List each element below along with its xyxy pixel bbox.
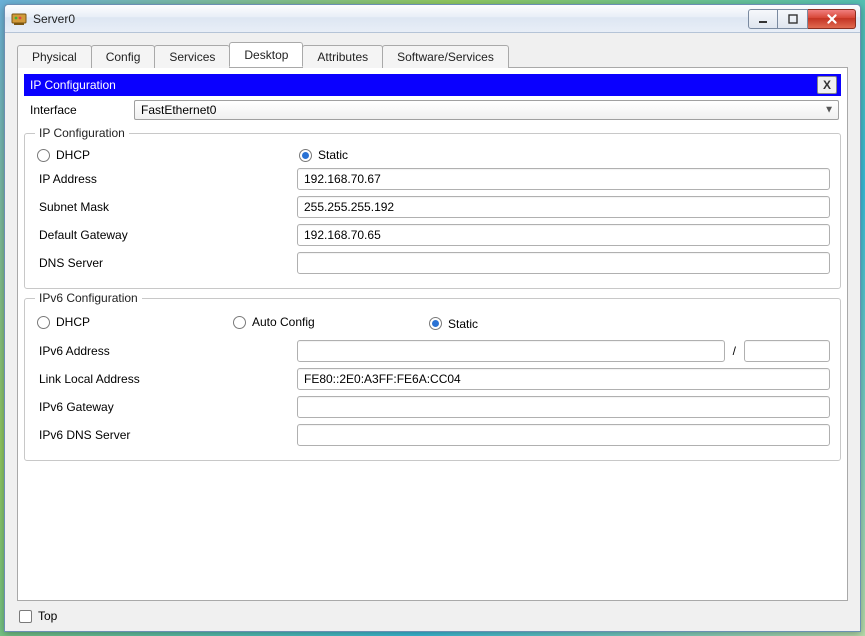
panel-title: IP Configuration — [30, 78, 817, 92]
ipv6-address-input[interactable] — [297, 340, 725, 362]
tab-services[interactable]: Services — [154, 45, 230, 68]
ip-address-label: IP Address — [35, 172, 297, 186]
ipv6-group: IPv6 Configuration DHCP Auto Config — [24, 291, 841, 461]
tab-label: Services — [169, 50, 215, 64]
tab-desktop[interactable]: Desktop — [229, 42, 303, 67]
tab-label: Config — [106, 50, 141, 64]
default-gateway-input[interactable] — [297, 224, 830, 246]
dns-server-row: DNS Server — [35, 252, 830, 274]
ipv6-address-row: IPv6 Address / — [35, 340, 830, 362]
tab-attributes[interactable]: Attributes — [302, 45, 383, 68]
tab-physical[interactable]: Physical — [17, 45, 92, 68]
app-icon — [11, 11, 27, 27]
ipv6-auto-radio[interactable]: Auto Config — [233, 315, 315, 329]
ipv6-dhcp-radio[interactable]: DHCP — [37, 315, 90, 329]
ipv6-gateway-row: IPv6 Gateway — [35, 396, 830, 418]
top-label: Top — [38, 609, 57, 623]
ipv4-dhcp-label: DHCP — [56, 148, 90, 162]
ipv6-prefix-input[interactable] — [744, 340, 830, 362]
dns-server-input[interactable] — [297, 252, 830, 274]
ipv4-group: IP Configuration DHCP Static — [24, 126, 841, 289]
tab-label: Physical — [32, 50, 77, 64]
ipv4-static-label: Static — [318, 148, 348, 162]
window-controls — [748, 9, 856, 29]
minimize-button[interactable] — [748, 9, 778, 29]
radio-icon — [299, 149, 312, 162]
interface-value: FastEthernet0 — [141, 103, 216, 117]
ipv4-mode-row: DHCP Static — [37, 148, 830, 162]
interface-select[interactable]: FastEthernet0 ▼ — [134, 100, 839, 120]
dns-server-label: DNS Server — [35, 256, 297, 270]
default-gateway-label: Default Gateway — [35, 228, 297, 242]
link-local-input[interactable] — [297, 368, 830, 390]
tab-panel-desktop: IP Configuration X Interface FastEtherne… — [17, 67, 848, 601]
ip-address-input[interactable] — [297, 168, 830, 190]
ipv4-static-radio[interactable]: Static — [299, 148, 348, 162]
ipv6-dhcp-label: DHCP — [56, 315, 90, 329]
window-title: Server0 — [33, 12, 748, 26]
close-button[interactable] — [808, 9, 856, 29]
maximize-button[interactable] — [778, 9, 808, 29]
ipv6-gateway-input[interactable] — [297, 396, 830, 418]
chevron-down-icon: ▼ — [824, 105, 834, 116]
ipv4-legend: IP Configuration — [35, 126, 129, 140]
subnet-mask-label: Subnet Mask — [35, 200, 297, 214]
app-window: Server0 Physical Config Services Desktop… — [4, 4, 861, 632]
link-local-label: Link Local Address — [35, 372, 297, 386]
tab-label: Desktop — [244, 48, 288, 62]
ipv6-gateway-label: IPv6 Gateway — [35, 400, 297, 414]
ipv6-dns-input[interactable] — [297, 424, 830, 446]
ipv6-dns-label: IPv6 DNS Server — [35, 428, 297, 442]
radio-icon — [37, 316, 50, 329]
ipv6-auto-label: Auto Config — [252, 315, 315, 329]
ipv6-static-radio[interactable]: Static — [429, 317, 478, 331]
close-glyph: X — [823, 78, 831, 92]
ipv6-static-label: Static — [448, 317, 478, 331]
panel-header: IP Configuration X — [24, 74, 841, 96]
titlebar[interactable]: Server0 — [5, 5, 860, 33]
ipv6-mode-row: DHCP Auto Config Static — [37, 315, 830, 332]
ipv6-dns-row: IPv6 DNS Server — [35, 424, 830, 446]
tab-label: Attributes — [317, 50, 368, 64]
footer: Top — [17, 607, 848, 623]
tab-label: Software/Services — [397, 50, 494, 64]
radio-icon — [429, 317, 442, 330]
radio-icon — [37, 149, 50, 162]
interface-row: Interface FastEthernet0 ▼ — [24, 96, 841, 124]
ip-address-row: IP Address — [35, 168, 830, 190]
subnet-mask-row: Subnet Mask — [35, 196, 830, 218]
ipv6-address-label: IPv6 Address — [35, 344, 297, 358]
tab-config[interactable]: Config — [91, 45, 156, 68]
radio-icon — [233, 316, 246, 329]
ipv6-prefix-separator: / — [731, 344, 738, 358]
ipv6-legend: IPv6 Configuration — [35, 291, 142, 305]
ipv4-dhcp-radio[interactable]: DHCP — [37, 148, 90, 162]
top-checkbox[interactable] — [19, 610, 32, 623]
client-area: Physical Config Services Desktop Attribu… — [5, 33, 860, 631]
default-gateway-row: Default Gateway — [35, 224, 830, 246]
panel-close-button[interactable]: X — [817, 76, 837, 94]
subnet-mask-input[interactable] — [297, 196, 830, 218]
tab-software-services[interactable]: Software/Services — [382, 45, 509, 68]
link-local-row: Link Local Address — [35, 368, 830, 390]
tabstrip: Physical Config Services Desktop Attribu… — [17, 43, 848, 67]
interface-label: Interface — [26, 103, 134, 117]
